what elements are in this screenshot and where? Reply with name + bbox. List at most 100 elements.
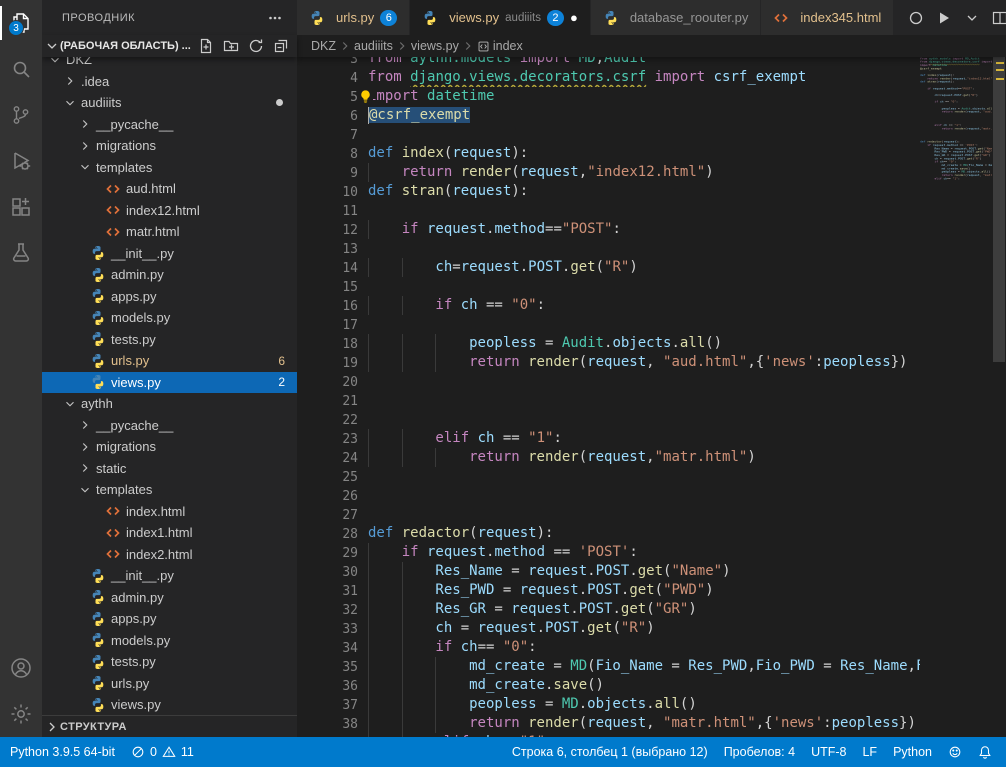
tree-item-aythh[interactable]: aythh: [42, 393, 297, 415]
tree-item-models.py[interactable]: models.py: [42, 307, 297, 329]
tree-item-admin.py[interactable]: admin.py: [42, 264, 297, 286]
code-line[interactable]: 8def index(request):: [297, 144, 920, 163]
code-line[interactable]: 7: [297, 125, 920, 144]
breadcrumb-item-DKZ[interactable]: DKZ: [311, 39, 336, 53]
code-line[interactable]: 9return render(request,"index12.html"): [297, 163, 920, 182]
activity-source-control[interactable]: [0, 92, 42, 138]
code-line[interactable]: 14ch=request.POST.get("R"): [297, 258, 920, 277]
code-line[interactable]: 17: [297, 315, 920, 334]
editor-scrollbar[interactable]: [992, 57, 1006, 737]
tree-item-templates[interactable]: templates: [42, 157, 297, 179]
breadcrumb-item-index[interactable]: index: [477, 39, 523, 53]
run-dropdown-button[interactable]: [964, 10, 980, 26]
tree-item-__pycache__[interactable]: __pycache__: [42, 415, 297, 437]
code-line[interactable]: 23elif ch == "1":: [297, 429, 920, 448]
tree-item-audiiits[interactable]: audiiits: [42, 92, 297, 114]
code-line[interactable]: 29if request.method == 'POST':: [297, 543, 920, 562]
tree-item-tests.py[interactable]: tests.py: [42, 651, 297, 673]
tree-item-models.py[interactable]: models.py: [42, 630, 297, 652]
code-line[interactable]: 18peopless = Audit.objects.all(): [297, 334, 920, 353]
status-cursor-position[interactable]: Строка 6, столбец 1 (выбрано 12): [504, 737, 716, 767]
minimap[interactable]: from aythh.models import MD,Auditfrom dj…: [920, 57, 992, 737]
tree-item-aud.html[interactable]: aud.html: [42, 178, 297, 200]
run-python-file-button[interactable]: [936, 10, 952, 26]
tree-item-migrations[interactable]: migrations: [42, 436, 297, 458]
refresh-button[interactable]: [248, 38, 264, 54]
code-line[interactable]: 21: [297, 391, 920, 410]
new-file-button[interactable]: [198, 38, 214, 54]
split-editor-button[interactable]: [992, 10, 1006, 26]
code-line[interactable]: 16if ch == "0":: [297, 296, 920, 315]
lightbulb-icon[interactable]: [358, 89, 373, 104]
code-line[interactable]: 22: [297, 410, 920, 429]
code-line[interactable]: 15: [297, 277, 920, 296]
status-notifications[interactable]: [970, 737, 1000, 767]
tree-item-DKZ[interactable]: DKZ: [42, 57, 297, 71]
tree-item-views.py[interactable]: views.py2: [42, 372, 297, 394]
code-line[interactable]: 38return render(request, "matr.html",{'n…: [297, 714, 920, 733]
workspace-section-header[interactable]: (РАБОЧАЯ ОБЛАСТЬ) ...: [42, 35, 297, 57]
tree-item-apps.py[interactable]: apps.py: [42, 286, 297, 308]
activity-run-and-debug[interactable]: [0, 138, 42, 184]
status-language-mode[interactable]: Python: [885, 737, 940, 767]
code-line[interactable]: 11: [297, 201, 920, 220]
code-line[interactable]: 30Res_Name = request.POST.get("Name"): [297, 562, 920, 581]
code-line[interactable]: 36md_create.save(): [297, 676, 920, 695]
tree-item-views.py[interactable]: views.py: [42, 694, 297, 715]
scrollbar-thumb[interactable]: [993, 57, 1005, 362]
activity-extensions[interactable]: [0, 184, 42, 230]
code-line[interactable]: 34if ch== "0":: [297, 638, 920, 657]
collapse-all-button[interactable]: [273, 38, 289, 54]
status-indentation[interactable]: Пробелов: 4: [716, 737, 803, 767]
tree-item-index1.html[interactable]: index1.html: [42, 522, 297, 544]
code-line[interactable]: 33ch = request.POST.get("R"): [297, 619, 920, 638]
code-editor[interactable]: 3from aythh.models import MD,Audit4from …: [297, 57, 1006, 737]
code-line[interactable]: 35md_create = MD(Fio_Name = Res_PWD,Fio_…: [297, 657, 920, 676]
code-line[interactable]: 13: [297, 239, 920, 258]
code-line[interactable]: 12if request.method=="POST":: [297, 220, 920, 239]
code-line[interactable]: 4from django.views.decorators.csrf impor…: [297, 68, 920, 87]
tree-item-urls.py[interactable]: urls.py: [42, 673, 297, 695]
activity-search[interactable]: [0, 46, 42, 92]
activity-explorer[interactable]: 3: [0, 0, 42, 46]
tree-item-static[interactable]: static: [42, 458, 297, 480]
tree-item-__init__.py[interactable]: __init__.py: [42, 565, 297, 587]
code-line[interactable]: 32Res_GR = request.POST.get("GR"): [297, 600, 920, 619]
code-line[interactable]: 37peopless = MD.objects.all(): [297, 695, 920, 714]
tree-item-apps.py[interactable]: apps.py: [42, 608, 297, 630]
breadcrumb-item-views.py[interactable]: views.py: [411, 39, 459, 53]
outline-section-header[interactable]: СТРУКТУРА: [42, 715, 297, 737]
code-line[interactable]: 3from aythh.models import MD,Audit: [297, 57, 920, 68]
breadcrumb-item-audiiits[interactable]: audiiits: [354, 39, 393, 53]
tab-views.py[interactable]: views.pyaudiiits2●: [410, 0, 591, 35]
tree-item-tests.py[interactable]: tests.py: [42, 329, 297, 351]
tree-item-index12.html[interactable]: index12.html: [42, 200, 297, 222]
code-line[interactable]: 20: [297, 372, 920, 391]
tree-item-__pycache__[interactable]: __pycache__: [42, 114, 297, 136]
tab-index345.html[interactable]: index345.html: [761, 0, 894, 35]
code-line[interactable]: 28def redactor(request):: [297, 524, 920, 543]
tab-urls.py[interactable]: urls.py6: [297, 0, 410, 35]
activity-settings[interactable]: [0, 691, 42, 737]
code-line[interactable]: 27: [297, 505, 920, 524]
code-line[interactable]: 31Res_PWD = request.POST.get("PWD"): [297, 581, 920, 600]
status-python-interpreter[interactable]: Python 3.9.5 64-bit: [2, 737, 123, 767]
tree-item-matr.html[interactable]: matr.html: [42, 221, 297, 243]
tree-item-index.html[interactable]: index.html: [42, 501, 297, 523]
code-line[interactable]: 25: [297, 467, 920, 486]
status-problems[interactable]: 011: [123, 737, 202, 767]
tree-item-index2.html[interactable]: index2.html: [42, 544, 297, 566]
more-actions-icon[interactable]: [267, 10, 283, 26]
status-encoding[interactable]: UTF-8: [803, 737, 854, 767]
code-line[interactable]: 26: [297, 486, 920, 505]
tree-item-templates[interactable]: templates: [42, 479, 297, 501]
tree-item-admin.py[interactable]: admin.py: [42, 587, 297, 609]
code-line[interactable]: 24return render(request,"matr.html"): [297, 448, 920, 467]
status-feedback[interactable]: [940, 737, 970, 767]
code-line[interactable]: 19return render(request, "aud.html",{'ne…: [297, 353, 920, 372]
tree-item-.idea[interactable]: .idea: [42, 71, 297, 93]
editor-circle-button[interactable]: [908, 10, 924, 26]
tab-database_roouter.py[interactable]: database_roouter.py: [591, 0, 762, 35]
activity-accounts[interactable]: [0, 645, 42, 691]
tree-item-urls.py[interactable]: urls.py6: [42, 350, 297, 372]
